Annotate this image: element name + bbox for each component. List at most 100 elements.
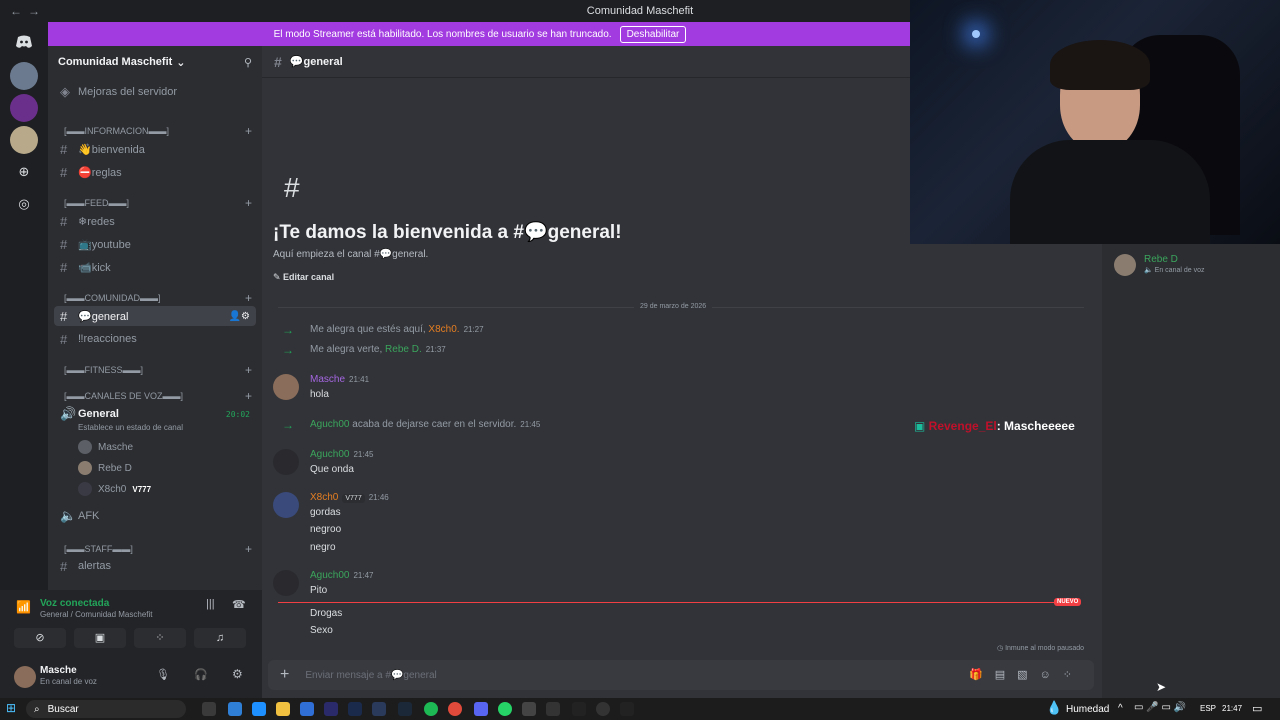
- edit-channel-button[interactable]: ✎ Editar canal: [273, 272, 334, 283]
- emoji-icon[interactable]: ☺: [1040, 669, 1063, 681]
- channel-youtube[interactable]: # 📺youtube: [54, 234, 256, 254]
- soundboard-button[interactable]: ♫: [194, 628, 246, 648]
- disconnect-icon[interactable]: ☎: [232, 598, 246, 611]
- category-comunidad[interactable]: [▬▬COMUNIDAD▬▬]: [64, 293, 161, 303]
- voice-status-prompt[interactable]: Establece un estado de canal: [78, 423, 183, 432]
- channel-alertas[interactable]: # alertas: [54, 556, 256, 576]
- user-name[interactable]: Aguch00: [310, 449, 349, 460]
- timestamp: 21:46: [368, 493, 389, 502]
- add-channel-icon[interactable]: +: [245, 196, 252, 210]
- photoshop-icon[interactable]: [348, 702, 362, 716]
- explorer-icon[interactable]: [276, 702, 290, 716]
- add-channel-icon[interactable]: +: [245, 363, 252, 377]
- voice-user[interactable]: Rebe D: [78, 459, 132, 477]
- lightroom-icon[interactable]: [372, 702, 386, 716]
- member-name[interactable]: Rebe D: [1144, 254, 1178, 265]
- add-channel-icon[interactable]: +: [245, 389, 252, 403]
- edge-icon[interactable]: [252, 702, 266, 716]
- task-view-icon[interactable]: [202, 702, 216, 716]
- app-icon[interactable]: [546, 702, 560, 716]
- avatar[interactable]: [14, 666, 36, 688]
- voice-channel-general[interactable]: 🔊 General 20:02: [54, 404, 256, 424]
- taskbar-search[interactable]: ⌕ Buscar: [26, 700, 186, 718]
- discord-home-icon[interactable]: [10, 28, 38, 56]
- channel-general[interactable]: # 💬general 👤⚙: [54, 306, 256, 326]
- spotify-icon[interactable]: [424, 702, 438, 716]
- user-name[interactable]: Aguch00: [310, 570, 349, 581]
- server-icon-2[interactable]: [10, 94, 38, 122]
- headphones-icon[interactable]: 🎧: [194, 668, 208, 681]
- channel-kick[interactable]: # 📹kick: [54, 257, 256, 277]
- clock[interactable]: 21:47: [1222, 704, 1242, 713]
- gif-icon[interactable]: ▤: [995, 669, 1017, 681]
- category-fitness[interactable]: [▬▬FITNESS▬▬]: [64, 365, 143, 375]
- tray-icons[interactable]: ▭ 🎤 ▭ 🔊: [1134, 702, 1186, 713]
- settings-icon[interactable]: [522, 702, 536, 716]
- notion-icon[interactable]: [620, 702, 634, 716]
- sticker-icon[interactable]: ▧: [1017, 669, 1039, 681]
- steam-icon[interactable]: [398, 702, 412, 716]
- share-screen-button[interactable]: ▣: [74, 628, 126, 648]
- add-channel-icon[interactable]: +: [245, 124, 252, 138]
- app-icon[interactable]: [300, 702, 314, 716]
- channel-bienvenida[interactable]: # 👋bienvenida: [54, 139, 256, 159]
- explore-icon[interactable]: ◎: [10, 190, 38, 218]
- voice-location[interactable]: General / Comunidad Maschefit: [40, 610, 153, 619]
- message-input[interactable]: Enviar mensaje a #💬general: [305, 670, 436, 681]
- channel-redes[interactable]: # ❄redes: [54, 211, 256, 231]
- server-boost-item[interactable]: ◈ Mejoras del servidor: [54, 82, 256, 102]
- apps-icon[interactable]: ⁘: [1063, 669, 1084, 681]
- noise-suppression-icon[interactable]: |||: [206, 598, 215, 610]
- add-channel-icon[interactable]: +: [245, 542, 252, 556]
- user-name[interactable]: X8ch0: [310, 492, 338, 503]
- avatar[interactable]: [273, 570, 299, 596]
- notification-icon[interactable]: ▭: [1252, 702, 1262, 715]
- invite-icon[interactable]: ⚲: [244, 56, 252, 69]
- avatar[interactable]: [273, 374, 299, 400]
- app-icon[interactable]: [228, 702, 242, 716]
- voice-user[interactable]: Masche: [78, 438, 133, 456]
- channel-settings-icon[interactable]: 👤⚙: [229, 311, 250, 322]
- premiere-icon[interactable]: [324, 702, 338, 716]
- language-indicator[interactable]: ESP: [1200, 704, 1216, 713]
- add-attachment-icon[interactable]: +: [280, 666, 289, 684]
- microphone-icon[interactable]: 🎙: [156, 668, 170, 681]
- user-name[interactable]: X8ch0.: [428, 324, 459, 335]
- disable-streamer-button[interactable]: Deshabilitar: [619, 25, 687, 43]
- obs-icon[interactable]: [596, 702, 610, 716]
- chrome-icon[interactable]: [448, 702, 462, 716]
- notion-icon[interactable]: [572, 702, 586, 716]
- channel-reglas[interactable]: # ⛔reglas: [54, 162, 256, 182]
- activities-button[interactable]: ⁘: [134, 628, 186, 648]
- camera-button[interactable]: ⊘: [14, 628, 66, 648]
- add-channel-icon[interactable]: +: [245, 291, 252, 305]
- voice-connected-label[interactable]: Voz conectada: [40, 598, 109, 609]
- gift-icon[interactable]: 🎁: [969, 669, 995, 681]
- user-name[interactable]: Masche: [310, 374, 345, 385]
- category-voz[interactable]: [▬▬CANALES DE VOZ▬▬]: [64, 391, 183, 401]
- discord-icon[interactable]: [474, 702, 488, 716]
- user-name[interactable]: Rebe D.: [385, 344, 422, 355]
- windows-start-icon[interactable]: ⊞: [6, 701, 16, 715]
- voice-user[interactable]: X8ch0 V777: [78, 480, 151, 498]
- avatar[interactable]: [273, 449, 299, 475]
- category-informacion[interactable]: [▬▬INFORMACION▬▬]: [64, 126, 169, 136]
- voice-channel-afk[interactable]: 🔈 AFK: [54, 506, 256, 526]
- server-icon-1[interactable]: [10, 62, 38, 90]
- user-name[interactable]: Aguch00: [310, 419, 349, 430]
- add-server-icon[interactable]: ⊕: [10, 158, 38, 186]
- server-icon-3[interactable]: [10, 126, 38, 154]
- channel-reacciones[interactable]: # ‼reacciones: [54, 329, 256, 349]
- category-feed[interactable]: [▬▬FEED▬▬]: [64, 198, 129, 208]
- category-staff[interactable]: [▬▬STAFF▬▬]: [64, 544, 133, 554]
- weather-icon[interactable]: 💧: [1046, 700, 1062, 716]
- whatsapp-icon[interactable]: [498, 702, 512, 716]
- gear-icon[interactable]: ⚙: [232, 667, 243, 681]
- composer-tools[interactable]: 🎁▤▧☺⁘: [969, 668, 1084, 681]
- weather-label[interactable]: Humedad: [1066, 704, 1109, 715]
- tray-chevron-icon[interactable]: ^: [1118, 703, 1123, 714]
- avatar[interactable]: [1114, 254, 1136, 276]
- server-header[interactable]: Comunidad Maschefit ⌄ ⚲: [48, 46, 262, 78]
- mouse-cursor: ➤: [1156, 680, 1167, 694]
- avatar[interactable]: [273, 492, 299, 518]
